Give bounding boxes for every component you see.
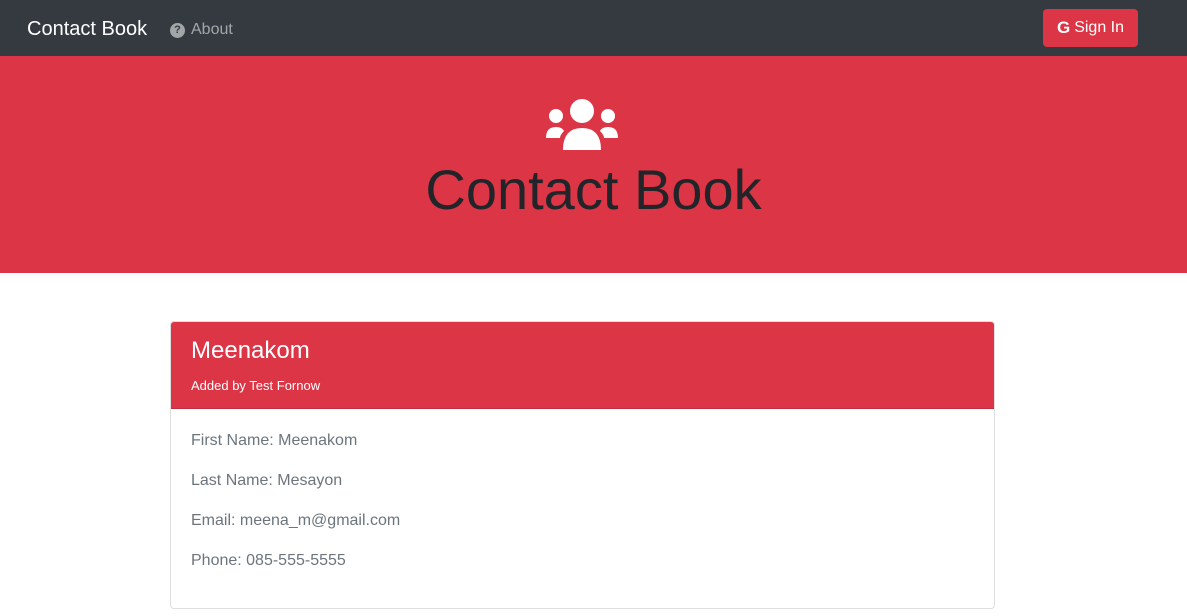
navbar: Contact Book ? About G Sign In — [0, 0, 1187, 56]
added-by-text: Added by Test Fornow — [191, 378, 321, 393]
question-circle-icon: ? — [170, 22, 185, 38]
sign-in-button[interactable]: G Sign In — [1043, 9, 1138, 47]
phone-field: Phone: 085-555-5555 — [191, 552, 346, 569]
last-name-field: Last Name: Mesayon — [191, 472, 343, 489]
contact-card: Meenakom Added by Test Fornow First Name… — [170, 321, 995, 609]
nav-link-about[interactable]: ? About — [170, 19, 233, 41]
email-field: Email: meena_m@gmail.com — [191, 512, 401, 529]
nav-link-about-label: About — [191, 21, 233, 38]
page-title: Contact Book — [425, 158, 762, 221]
contact-card-header: Meenakom Added by Test Fornow — [171, 322, 994, 409]
sign-in-label: Sign In — [1074, 19, 1125, 36]
google-icon: G — [1056, 18, 1071, 37]
contact-name: Meenakom — [191, 337, 310, 364]
hero-banner: Contact Book — [0, 56, 1187, 273]
users-icon — [546, 99, 618, 150]
first-name-field: First Name: Meenakom — [191, 432, 358, 449]
contact-card-body: First Name: Meenakom Last Name: Mesayon … — [191, 430, 400, 590]
navbar-brand[interactable]: Contact Book — [27, 16, 147, 42]
